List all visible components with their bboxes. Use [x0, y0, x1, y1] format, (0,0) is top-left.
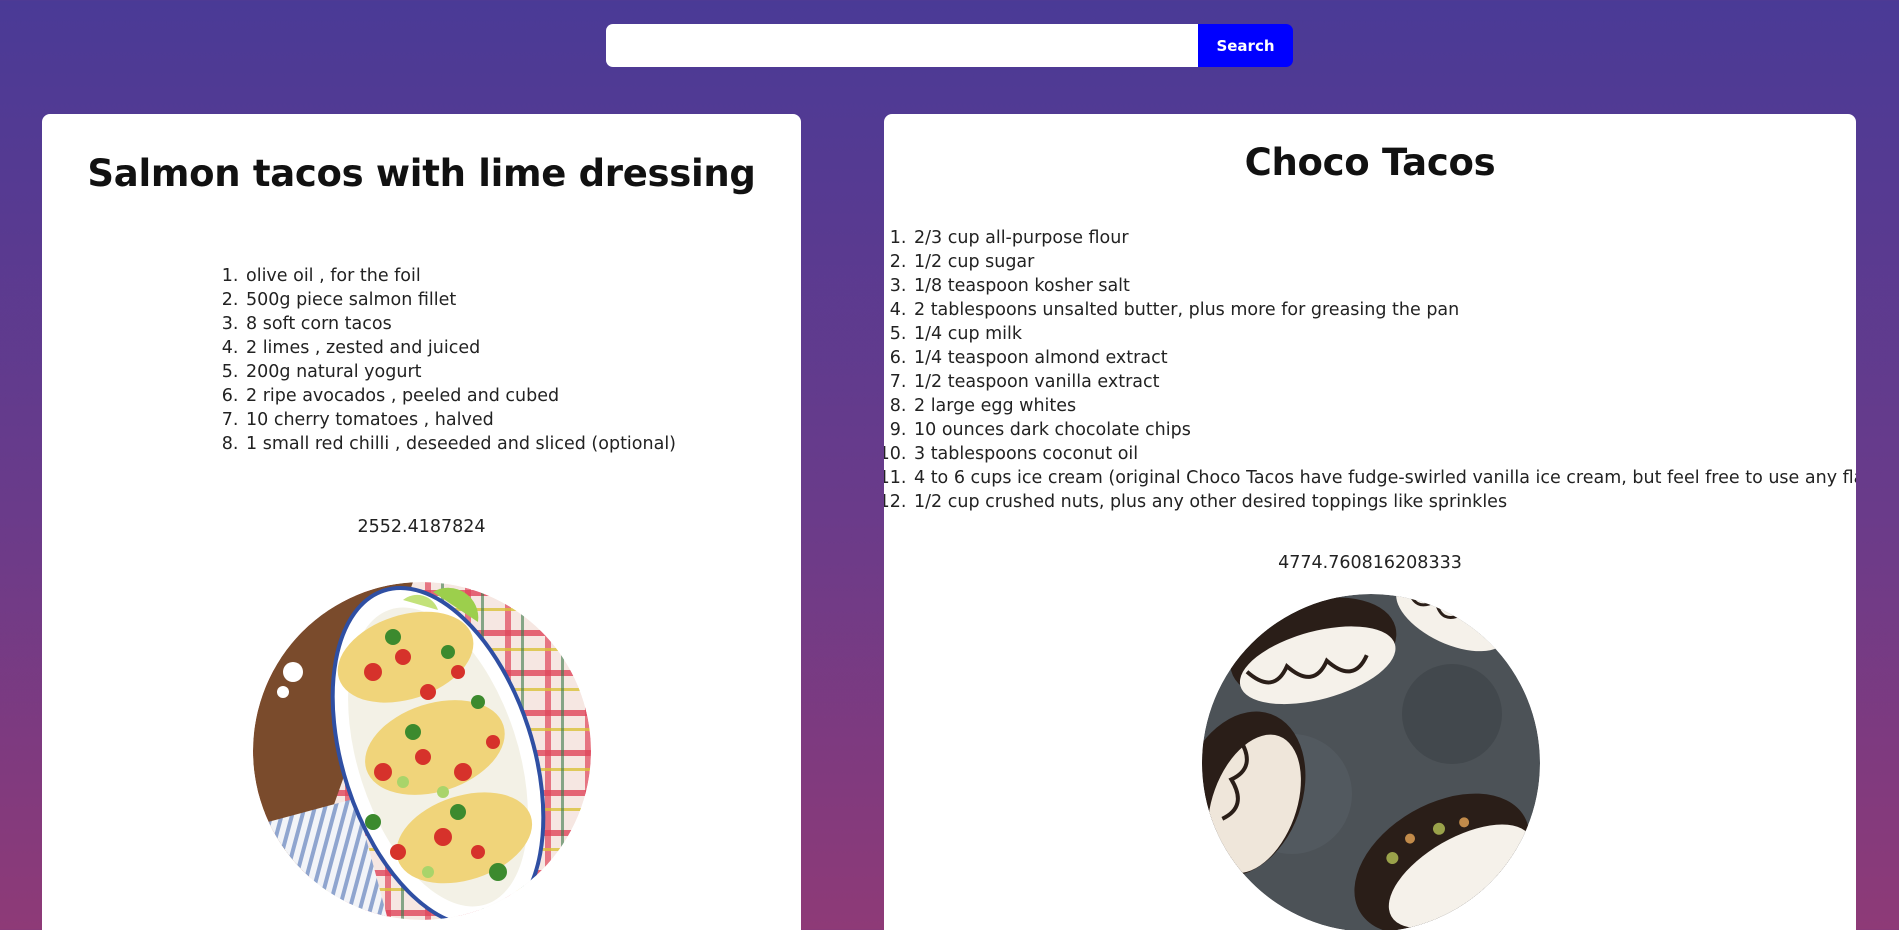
search-input[interactable] — [606, 24, 1198, 67]
ingredient-item: 1/2 cup crushed nuts, plus any other des… — [912, 490, 1856, 514]
choco-tacos-image — [1202, 594, 1540, 930]
search-bar: Search — [606, 24, 1293, 67]
ingredient-list: olive oil , for the foil 500g piece salm… — [220, 264, 676, 456]
ingredient-item: 1/8 teaspoon kosher salt — [912, 274, 1856, 298]
ingredient-item: 8 soft corn tacos — [244, 312, 676, 336]
recipe-calories: 2552.4187824 — [357, 517, 486, 537]
ingredient-item: 3 tablespoons coconut oil — [912, 442, 1856, 466]
ingredient-item: 2 ripe avocados , peeled and cubed — [244, 384, 676, 408]
ingredient-item: 1/2 cup sugar — [912, 250, 1856, 274]
recipe-calories: 4774.760816208333 — [1278, 553, 1462, 573]
ingredient-item: 4 to 6 cups ice cream (original Choco Ta… — [912, 466, 1856, 490]
recipe-card: Choco Tacos 2/3 cup all-purpose flour 1/… — [884, 114, 1856, 930]
ingredient-item: 1/4 cup milk — [912, 322, 1856, 346]
search-button[interactable]: Search — [1198, 24, 1293, 67]
ingredient-item: 1/4 teaspoon almond extract — [912, 346, 1856, 370]
ingredient-item: 2 limes , zested and juiced — [244, 336, 676, 360]
ingredient-item: 2/3 cup all-purpose flour — [912, 226, 1856, 250]
recipe-card: Salmon tacos with lime dressing olive oi… — [42, 114, 801, 930]
ingredient-item: 10 ounces dark chocolate chips — [912, 418, 1856, 442]
ingredient-item: 1/2 teaspoon vanilla extract — [912, 370, 1856, 394]
salmon-tacos-image — [253, 582, 591, 920]
ingredient-list: 2/3 cup all-purpose flour 1/2 cup sugar … — [888, 226, 1856, 514]
ingredient-item: 200g natural yogurt — [244, 360, 676, 384]
ingredient-item: 10 cherry tomatoes , halved — [244, 408, 676, 432]
ingredient-item: olive oil , for the foil — [244, 264, 676, 288]
ingredient-item: 2 tablespoons unsalted butter, plus more… — [912, 298, 1856, 322]
recipe-title: Salmon tacos with lime dressing — [87, 152, 756, 195]
ingredient-item: 2 large egg whites — [912, 394, 1856, 418]
ingredient-item: 1 small red chilli , deseeded and sliced… — [244, 432, 676, 456]
ingredient-item: 500g piece salmon fillet — [244, 288, 676, 312]
recipe-title: Choco Tacos — [1244, 141, 1496, 184]
